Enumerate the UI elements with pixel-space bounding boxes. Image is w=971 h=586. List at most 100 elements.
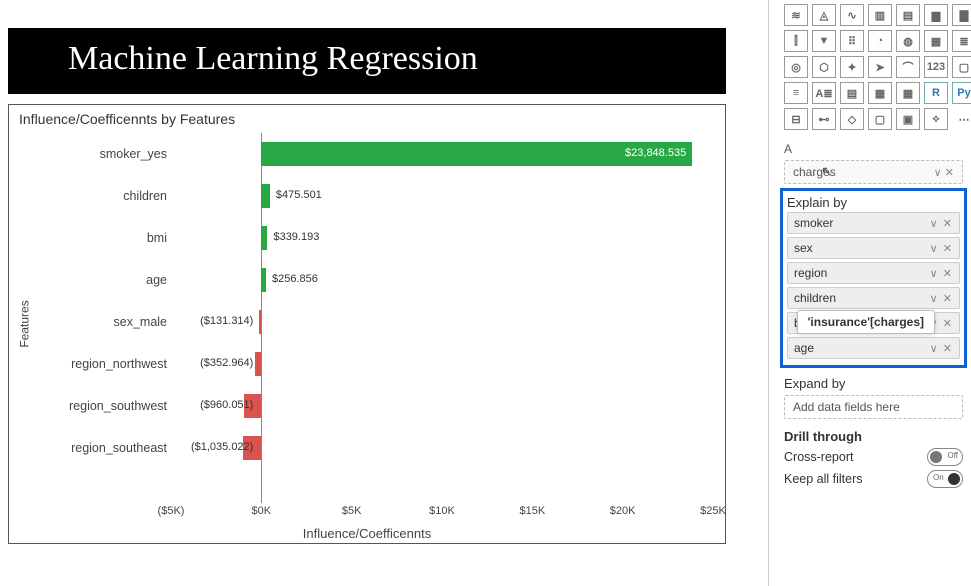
chip-controls[interactable]: ∨ ✕	[930, 267, 953, 280]
explain-by-field-region[interactable]: region ∨ ✕	[787, 262, 960, 284]
explain-by-field-sex[interactable]: sex∨ ✕	[787, 237, 960, 259]
bar[interactable]	[261, 184, 270, 208]
x-tick: $25K	[700, 505, 726, 517]
app-icon[interactable]: ⟡	[924, 108, 948, 130]
clustered-bar-icon[interactable]: ▥	[868, 4, 892, 26]
expand-by-label: Expand by	[784, 376, 963, 391]
bar-value-label: ($352.964)	[200, 357, 253, 369]
category-label: region_northwest	[31, 343, 171, 385]
bar-value-label: ($1,035.022)	[191, 441, 253, 453]
x-tick: $15K	[519, 505, 545, 517]
gauge-icon[interactable]: ⌒	[896, 56, 920, 78]
bar-value-label: ($131.314)	[200, 315, 253, 327]
expand-by-placeholder: Add data fields here	[793, 400, 900, 414]
chart-title: Influence/Coefficennts by Features	[19, 111, 715, 127]
ribbon-chart-icon[interactable]: ∿	[840, 4, 864, 26]
expand-by-well[interactable]: Add data fields here	[784, 395, 963, 419]
y-axis-label: Features	[18, 300, 32, 347]
explain-by-label: Explain by	[787, 195, 960, 210]
funnel-icon[interactable]: ▼	[812, 30, 836, 52]
y-axis: smoker_yeschildrenbmiagesex_maleregion_n…	[31, 133, 171, 503]
area-chart-icon[interactable]: ◬	[812, 4, 836, 26]
chart-visual[interactable]: Influence/Coefficennts by Features Featu…	[8, 104, 726, 544]
category-label: age	[31, 259, 171, 301]
arcgis-icon[interactable]: ➤	[868, 56, 892, 78]
waterfall-icon[interactable]: ≣	[952, 30, 971, 52]
analyze-label-truncated: A	[784, 142, 963, 156]
analyze-field-well[interactable]: charges ↖ ∨ ✕	[784, 160, 963, 184]
stacked-column-icon[interactable]: ▇	[952, 4, 971, 26]
chip-label: region	[794, 266, 827, 280]
card-icon[interactable]: ▢	[952, 56, 971, 78]
keep-filters-label: Keep all filters	[784, 472, 863, 486]
slicer-icon[interactable]: A≣	[812, 82, 836, 104]
decomposition-icon[interactable]: ⊟	[784, 108, 808, 130]
category-label: sex_male	[31, 301, 171, 343]
chip-controls[interactable]: ∨ ✕	[930, 242, 953, 255]
category-label: region_southwest	[31, 385, 171, 427]
bar-value-label: ($960.051)	[200, 399, 253, 411]
field-controls[interactable]: ∨ ✕	[934, 166, 954, 179]
x-axis: ($5K)$0K$5K$10K$15K$20K$25K	[171, 505, 713, 521]
bar[interactable]	[261, 268, 266, 292]
scatter-icon[interactable]: ⠿	[840, 30, 864, 52]
bar[interactable]	[261, 226, 267, 250]
cross-report-toggle[interactable]: Off	[927, 448, 963, 466]
panel-divider	[768, 0, 769, 586]
chip-label: age	[794, 341, 814, 355]
paginated-icon[interactable]: ▣	[896, 108, 920, 130]
explain-by-field-age[interactable]: age ∨ ✕	[787, 337, 960, 359]
category-label: region_southeast	[31, 427, 171, 469]
category-label: bmi	[31, 217, 171, 259]
key-influencers-icon[interactable]: ⊷	[812, 108, 836, 130]
keep-filters-toggle[interactable]: On	[927, 470, 963, 488]
stacked-bar-icon[interactable]: ▤	[896, 4, 920, 26]
chip-controls[interactable]: ∨ ✕	[930, 292, 953, 305]
pie-icon[interactable]: ◔	[868, 30, 892, 52]
multi-row-card-icon[interactable]: ≡	[784, 82, 808, 104]
column-chart-icon[interactable]: ▆	[924, 4, 948, 26]
narrative-icon[interactable]: ▢	[868, 108, 892, 130]
bar-value-label: $256.856	[272, 273, 318, 285]
x-tick: ($5K)	[158, 505, 185, 517]
more-icon[interactable]: ⋯	[952, 108, 971, 130]
table2-icon[interactable]: ▦	[896, 82, 920, 104]
chip-label: children	[794, 291, 836, 305]
globe-map-icon[interactable]: ◎	[784, 56, 808, 78]
page-title: Machine Learning Regression	[8, 28, 726, 94]
donut-icon[interactable]: ◍	[896, 30, 920, 52]
qa-icon[interactable]: ◇	[840, 108, 864, 130]
explain-by-field-smoker[interactable]: smoker ∨ ✕	[787, 212, 960, 234]
field-tooltip: 'insurance'[charges]	[797, 310, 935, 334]
clustered-column-icon[interactable]: ⫿	[784, 30, 808, 52]
drill-through-label: Drill through	[784, 429, 963, 444]
explain-by-field-children[interactable]: children ∨ ✕	[787, 287, 960, 309]
kpi-icon[interactable]: 123	[924, 56, 948, 78]
table-icon[interactable]: ▦	[868, 82, 892, 104]
shape-map-icon[interactable]: ✦	[840, 56, 864, 78]
line-chart-icon[interactable]: ≋	[784, 4, 808, 26]
chip-controls[interactable]: ∨ ✕	[930, 217, 953, 230]
chip-controls[interactable]: ∨ ✕	[930, 342, 953, 355]
plot-area: $23,848.535$475.501$339.193$256.856($131…	[171, 133, 713, 503]
analyze-field-value: charges	[793, 165, 836, 179]
treemap-icon[interactable]: ▦	[924, 30, 948, 52]
bar[interactable]	[259, 310, 261, 334]
category-label: smoker_yes	[31, 133, 171, 175]
visualizations-pane: ≋◬∿▥▤▆▇⫿▼⠿◔◍▦≣◎⬡✦➤⌒123▢≡A≣▤▦▦RPy⊟⊷◇▢▣⟡⋯ …	[776, 0, 971, 492]
bar-value-label: $339.193	[273, 231, 319, 243]
py-visual-icon[interactable]: Py	[952, 82, 971, 104]
matrix-icon[interactable]: ▤	[840, 82, 864, 104]
x-tick: $5K	[342, 505, 362, 517]
bar[interactable]	[255, 352, 261, 376]
bar-value-label: $23,848.535	[625, 147, 686, 159]
visualization-gallery: ≋◬∿▥▤▆▇⫿▼⠿◔◍▦≣◎⬡✦➤⌒123▢≡A≣▤▦▦RPy⊟⊷◇▢▣⟡⋯	[784, 4, 963, 130]
x-tick: $10K	[429, 505, 455, 517]
explain-by-section: Explain by smoker∨ ✕sex∨ ✕region∨ ✕child…	[780, 188, 967, 368]
x-tick: $20K	[610, 505, 636, 517]
r-visual-icon[interactable]: R	[924, 82, 948, 104]
filled-map-icon[interactable]: ⬡	[812, 56, 836, 78]
category-label: children	[31, 175, 171, 217]
chip-label: smoker	[794, 216, 833, 230]
x-axis-label: Influence/Coefficennts	[303, 526, 431, 541]
